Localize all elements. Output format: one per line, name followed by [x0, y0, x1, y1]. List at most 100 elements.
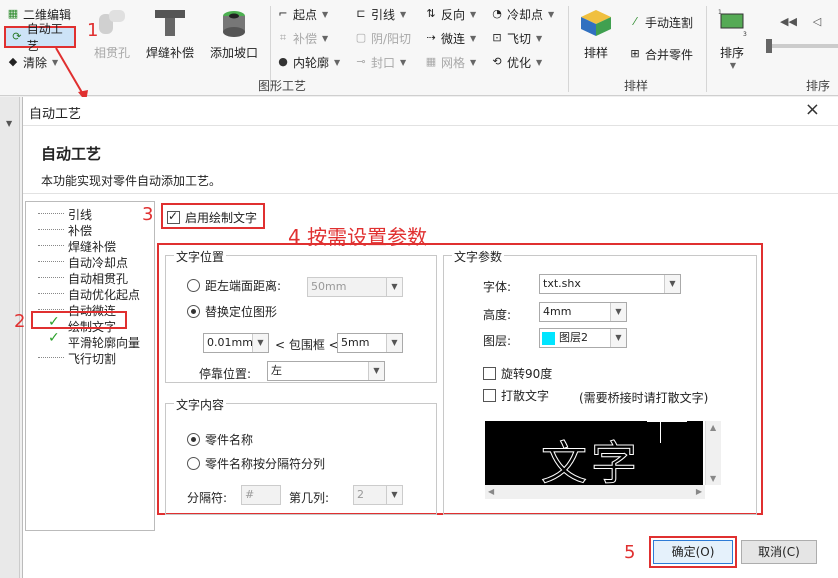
chevron-down-icon: ▼: [252, 334, 268, 352]
height-combo[interactable]: 4mm ▼: [539, 302, 627, 322]
checkbox-icon[interactable]: [483, 389, 496, 402]
column-label: 第几列:: [289, 491, 330, 505]
add-bevel-button[interactable]: 添加坡口: [208, 8, 260, 61]
scroll-down-icon[interactable]: ▼: [710, 474, 716, 483]
chevron-down-icon: ▼: [322, 9, 329, 19]
layer-label: 图层:: [483, 334, 512, 348]
scroll-left-icon[interactable]: ◀: [488, 487, 494, 496]
chevron-down-icon: ▼: [548, 9, 555, 19]
cancel-button[interactable]: 取消(C): [741, 540, 817, 564]
close-icon[interactable]: ×: [805, 99, 820, 120]
reverse-icon: ⇅: [426, 7, 436, 20]
radio-selected-icon[interactable]: [187, 433, 200, 446]
inner-contour-button[interactable]: ● 内轮廓 ▼: [276, 52, 340, 72]
micro-joint-icon: ⇢: [426, 31, 436, 44]
scroll-up-icon[interactable]: ▲: [710, 423, 716, 432]
rotate-90-checkbox[interactable]: 旋转90度: [483, 365, 552, 382]
sort-icon: 13: [718, 9, 747, 38]
chevron-down-icon: ▼: [322, 33, 329, 43]
compensate-button[interactable]: ⌗ 补偿 ▼: [276, 28, 328, 48]
chevron-down-icon: ▼: [334, 57, 341, 67]
annotation-4: 4 按需设置参数: [288, 225, 428, 249]
seal-icon: ⊸: [356, 55, 366, 68]
start-point-button[interactable]: ⌐ 起点 ▼: [276, 4, 328, 24]
ribbon-separator: [706, 6, 707, 92]
tree-item-fly-cut[interactable]: 飞行切割: [68, 350, 116, 367]
nest-button[interactable]: 排样: [576, 8, 616, 61]
highlight-box-ok: [649, 536, 737, 568]
arrow-annotation: [55, 47, 88, 102]
scroll-right-icon[interactable]: ▶: [696, 487, 702, 496]
reverse-button[interactable]: ⇅ 反向 ▼: [424, 4, 476, 24]
part-name-radio[interactable]: 零件名称: [187, 431, 253, 448]
optimize-button[interactable]: ⟲ 优化 ▼: [490, 52, 542, 72]
lead-line-button[interactable]: ⊏ 引线 ▼: [354, 4, 406, 24]
tree-item-optimize-start[interactable]: 自动优化起点: [68, 286, 140, 303]
scatter-note: (需要桥接时请打散文字): [579, 391, 709, 405]
height-label: 高度:: [483, 308, 512, 322]
separator-label: 分隔符:: [187, 491, 228, 505]
annotation-3: 3: [142, 204, 154, 225]
dock-combo[interactable]: 左 ▼: [267, 361, 385, 381]
tree-connector: [38, 229, 64, 230]
merge-icon: ⊞: [630, 47, 640, 60]
radio-selected-icon[interactable]: [187, 305, 200, 318]
manual-joint-button[interactable]: ⁄ 手动连割: [628, 12, 693, 32]
tree-connector: [38, 293, 64, 294]
distance-radio[interactable]: 距左端面距离:: [187, 277, 281, 294]
preview-frame-line: [647, 421, 687, 422]
checkbox-icon[interactable]: [483, 367, 496, 380]
preview-hscroll[interactable]: ◀ ▶: [485, 485, 705, 499]
sort-slider[interactable]: [766, 39, 838, 53]
bevel-cylinder-icon: [223, 11, 245, 37]
micro-joint-button[interactable]: ⇢ 微连 ▼: [424, 28, 476, 48]
tree-item-cool[interactable]: 自动冷却点: [68, 254, 128, 271]
fly-cut-button[interactable]: ⊡ 飞切 ▼: [490, 28, 542, 48]
start-point-icon: ⌐: [278, 7, 288, 20]
nest-cube-icon: [581, 10, 611, 36]
sort-prev-button[interactable]: ◀◀: [780, 12, 797, 32]
chevron-down-icon: ▼: [386, 486, 402, 504]
tree-item-lead[interactable]: 引线: [68, 206, 92, 223]
yin-yang-cut-button[interactable]: ▢ 阴/阳切: [354, 28, 411, 48]
tree-connector: [38, 261, 64, 262]
radio-icon[interactable]: [187, 279, 200, 292]
merge-parts-button[interactable]: ⊞ 合并零件: [628, 44, 693, 64]
distance-combo: 50mm ▼: [307, 277, 403, 297]
grid-button[interactable]: ▦ 网格 ▼: [424, 52, 476, 72]
slider-handle[interactable]: [766, 39, 772, 53]
seal-button[interactable]: ⊸ 封口 ▼: [354, 52, 406, 72]
group-label-nest: 排样: [624, 79, 649, 93]
sort-step-button[interactable]: ◁: [810, 12, 824, 32]
layer-combo[interactable]: 图层2 ▼: [539, 328, 627, 348]
tree-item-smooth-contour[interactable]: 平滑轮廓向量: [68, 334, 140, 351]
tree-item-compensate[interactable]: 补偿: [68, 222, 92, 239]
preview-vscroll[interactable]: ▲ ▼: [705, 421, 721, 485]
preview-text: 文字: [541, 436, 641, 486]
cool-point-button[interactable]: ◔ 冷却点 ▼: [490, 4, 554, 24]
chevron-down-icon[interactable]: ▼: [6, 119, 12, 128]
chevron-down-icon: ▼: [536, 33, 543, 43]
font-combo[interactable]: txt.shx ▼: [539, 274, 681, 294]
chevron-down-icon: ▼: [470, 33, 477, 43]
bbox-combo[interactable]: 5mm ▼: [337, 333, 403, 353]
qr-icon: ▦: [7, 7, 19, 20]
tree-connector: [38, 213, 64, 214]
tree-item-pierce[interactable]: 自动相贯孔: [68, 270, 128, 287]
chevron-down-icon: ▼: [729, 61, 737, 70]
sort-button[interactable]: 13 排序 ▼: [714, 8, 750, 70]
tree-connector: [38, 309, 64, 310]
replace-shape-radio[interactable]: 替换定位图形: [187, 303, 277, 320]
chevron-down-icon: ▼: [386, 278, 402, 296]
tree-item-weld[interactable]: 焊缝补偿: [68, 238, 116, 255]
tree-connector: [38, 277, 64, 278]
weld-compensation-button[interactable]: 焊缝补偿: [144, 8, 196, 61]
part-name-split-radio[interactable]: 零件名称按分隔符分列: [187, 455, 325, 472]
scatter-text-checkbox[interactable]: 打散文字: [483, 387, 549, 404]
manual-joint-icon: ⁄: [634, 15, 636, 28]
bbox-label: < 包围框 <: [275, 338, 339, 352]
chevron-down-icon: ▼: [400, 57, 407, 67]
radio-icon[interactable]: [187, 457, 200, 470]
tolerance-combo[interactable]: 0.01mm ▼: [203, 333, 269, 353]
separator-input: #: [241, 485, 281, 505]
